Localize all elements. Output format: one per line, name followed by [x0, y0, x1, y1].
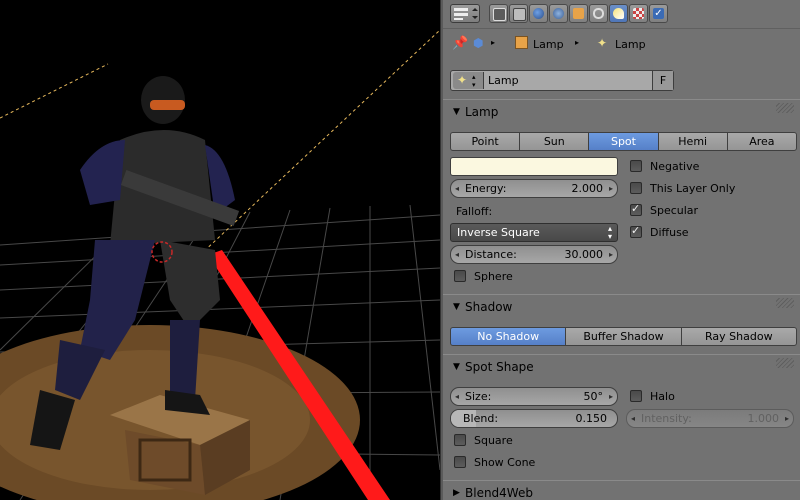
lamp-icon: ✦ [457, 73, 468, 87]
halo-label: Halo [650, 390, 675, 403]
decrement-arrow-icon[interactable]: ◂ [455, 180, 459, 197]
lamp-type-spot[interactable]: Spot [588, 132, 659, 151]
diffuse-checkbox[interactable] [630, 224, 642, 238]
specular-checkbox[interactable] [630, 202, 642, 216]
editor-type-button[interactable] [450, 4, 480, 23]
show-cone-label: Show Cone [474, 456, 536, 469]
panel-title: Blend4Web [465, 486, 533, 500]
energy-label: Energy: [465, 182, 507, 195]
this-layer-only-label: This Layer Only [650, 182, 736, 195]
texture-icon[interactable] [629, 4, 648, 23]
3d-viewport[interactable] [0, 0, 440, 500]
panel-grip-icon[interactable] [776, 358, 794, 368]
panel-grip-icon[interactable] [776, 298, 794, 308]
spot-blend-slider[interactable]: Blend: 0.150 [450, 409, 618, 428]
energy-field[interactable]: ◂ Energy: 2.000 ▸ [450, 179, 618, 198]
lamp-type-area[interactable]: Area [726, 132, 797, 151]
lamp-icon: ✦ [597, 36, 608, 50]
breadcrumb-object: Lamp [533, 38, 564, 51]
render-context-icon[interactable] [489, 4, 508, 23]
lamp-type-point[interactable]: Point [450, 132, 521, 151]
intensity-label: Intensity: [641, 412, 692, 425]
show-cone-checkbox[interactable] [454, 456, 466, 468]
diffuse-label: Diffuse [650, 226, 689, 239]
datablock-browse-button[interactable]: ✦ ▴ ▾ [453, 72, 484, 89]
world-icon[interactable] [549, 4, 568, 23]
spot-size-value: 50° [583, 390, 604, 403]
sphere-checkbox[interactable] [454, 270, 466, 282]
breadcrumb-arrow-icon: ▸ [491, 38, 496, 47]
distance-label: Distance: [465, 248, 517, 261]
lamp-type-hemi[interactable]: Hemi [657, 132, 728, 151]
lamp-data-icon[interactable] [609, 4, 628, 23]
pin-icon[interactable]: 📌 [452, 36, 468, 51]
increment-arrow-icon: ▸ [784, 414, 789, 423]
increment-arrow-icon[interactable]: ▸ [609, 388, 613, 405]
scene-icon[interactable] [529, 4, 548, 23]
panel-collapsed-icon: ▶ [453, 488, 460, 498]
constraints-icon[interactable] [589, 4, 608, 23]
increment-arrow-icon[interactable]: ▸ [609, 180, 613, 197]
spot-shape-panel-header[interactable]: ▼ Spot Shape [443, 354, 800, 379]
chevron-updown-icon: ▴ ▾ [607, 224, 612, 241]
blend4web-icon[interactable]: ✓ [649, 4, 668, 23]
negative-label: Negative [650, 160, 700, 173]
distance-value: 30.000 [564, 248, 604, 261]
lamp-panel-header[interactable]: ▼ Lamp [443, 99, 800, 124]
object-icon [515, 36, 528, 49]
chevron-updown-icon: ▴ ▾ [472, 73, 476, 89]
this-layer-only-checkbox[interactable] [630, 182, 642, 194]
editor-type-icon [454, 8, 478, 20]
fake-user-button[interactable]: F [652, 71, 673, 90]
render-layers-icon[interactable] [509, 4, 528, 23]
panel-grip-icon[interactable] [776, 103, 794, 113]
viewport-scene [0, 29, 440, 500]
spot-blend-label: Blend: [463, 412, 499, 425]
properties-header: ✓ [443, 0, 800, 29]
shadow-panel-header[interactable]: ▼ Shadow [443, 294, 800, 319]
panel-expanded-icon: ▼ [453, 302, 460, 312]
spot-blend-value: 0.150 [575, 412, 608, 425]
blend4web-panel-header[interactable]: ▶ Blend4Web [443, 480, 800, 500]
decrement-arrow-icon[interactable]: ◂ [455, 388, 459, 405]
energy-value: 2.000 [571, 182, 604, 195]
decrement-arrow-icon[interactable]: ◂ [455, 246, 459, 263]
falloff-value: Inverse Square [457, 226, 540, 239]
shadow-option-ray-shadow[interactable]: Ray Shadow [680, 327, 797, 346]
cone-line [199, 29, 440, 256]
lamp-color-swatch[interactable] [450, 157, 618, 176]
panel-title: Shadow [465, 300, 513, 314]
spot-size-field[interactable]: ◂ Size: 50° ▸ [450, 387, 618, 406]
distance-field[interactable]: ◂ Distance: 30.000 ▸ [450, 245, 618, 264]
halo-checkbox[interactable] [630, 390, 642, 402]
breadcrumb-data: Lamp [615, 38, 646, 51]
breadcrumb: 📌 ⬢ ▸ Lamp ▸ ✦ Lamp [443, 28, 800, 62]
datablock-name[interactable]: Lamp [488, 74, 519, 87]
breadcrumb-arrow-icon: ▸ [575, 38, 580, 47]
sphere-label: Sphere [474, 270, 513, 283]
shadow-option-buffer-shadow[interactable]: Buffer Shadow [565, 327, 682, 346]
panel-expanded-icon: ▼ [453, 362, 460, 372]
scene-data-icon: ⬢ [473, 36, 484, 50]
panel-title: Lamp [465, 105, 499, 119]
panel-title: Spot Shape [465, 360, 534, 374]
decrement-arrow-icon: ◂ [631, 414, 636, 423]
square-checkbox[interactable] [454, 434, 466, 446]
panel-expanded-icon: ▼ [453, 107, 460, 117]
spot-size-label: Size: [465, 390, 492, 403]
intensity-value: 1.000 [747, 412, 780, 425]
falloff-dropdown[interactable]: Inverse Square ▴ ▾ [450, 223, 618, 242]
lamp-type-sun[interactable]: Sun [519, 132, 590, 151]
increment-arrow-icon[interactable]: ▸ [609, 246, 613, 263]
shadow-option-no-shadow[interactable]: No Shadow [450, 327, 567, 346]
halo-intensity-field[interactable]: ◂ Intensity: 1.000 ▸ [626, 409, 794, 428]
square-label: Square [474, 434, 513, 447]
properties-editor: ✓ 📌 ⬢ ▸ Lamp ▸ ✦ Lamp ✦ ▴ ▾ Lamp F ▼ Lamp… [443, 0, 800, 500]
negative-checkbox[interactable] [630, 160, 642, 172]
specular-label: Specular [650, 204, 699, 217]
lamp-datablock-selector[interactable]: ✦ ▴ ▾ Lamp F [450, 70, 674, 91]
object-icon[interactable] [569, 4, 588, 23]
cone-line [0, 63, 109, 119]
falloff-label: Falloff: [456, 205, 493, 218]
